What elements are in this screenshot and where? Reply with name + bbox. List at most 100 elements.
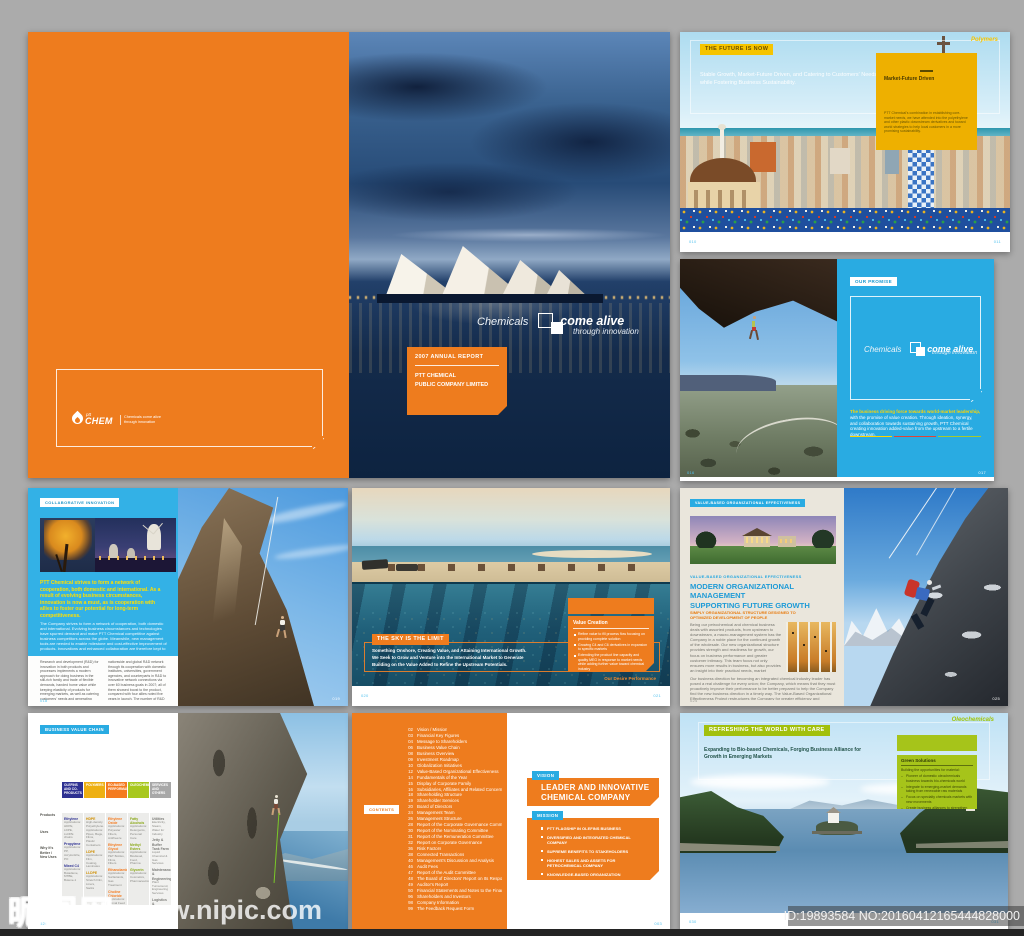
collab-headline: PTT Chemical strives to form a network o…	[40, 580, 168, 620]
mission-item: Knowledge-based organization	[541, 872, 651, 877]
vc-row-labels: ProductsUsesWhy It's Better / New Uses	[40, 813, 60, 872]
brand-lockup-small: Chemicals come alive through innovation	[864, 339, 973, 357]
spread-contents: CONTENTS 02 Vision / Mission 03 Financia…	[352, 713, 670, 931]
value-box: Value Creation Refine value to fill proc…	[568, 616, 654, 672]
sky-note: Our Desire Performance	[604, 676, 656, 682]
nipic-site-url: www.nipic.com	[126, 895, 322, 925]
value-box-top	[568, 598, 654, 614]
spread-modern: VALUE-BASED ORGANIZATIONAL EFFECTIVENESS…	[680, 488, 1008, 706]
spread-cover: ptt CHEM Chemicals come alive through in…	[28, 32, 670, 478]
photo-park-guell: THE FUTURE IS NOW Stable Growth, Market-…	[680, 32, 1010, 232]
page-number-right: 021	[653, 693, 661, 698]
stock-id-bar: ID:19893584 NO:20160412165444828000	[788, 906, 1024, 926]
green-box: Green Solutions Building the opportuniti…	[897, 755, 977, 809]
mission-item: Highest sales and assets for petrochemic…	[541, 858, 651, 868]
valuechain-tag: BUSINESS VALUE CHAIN	[40, 725, 109, 734]
mission-tag: MISSION	[532, 811, 563, 820]
spread-sky: THE SKY IS THE LIMIT Something Onshore, …	[352, 488, 670, 706]
page-number-right: 003	[654, 921, 662, 926]
promise-body: The business driving force towards world…	[850, 409, 981, 438]
back-cover-frame: ptt CHEM Chemicals come alive through in…	[56, 369, 323, 447]
brand-through: through innovation	[573, 327, 639, 336]
spread-collab: COLLABORATIVE INNOVATION PTT Chemical st…	[28, 488, 348, 706]
page-number-left: 016	[687, 470, 695, 475]
modern-eyebrow: VALUE-BASED ORGANIZATIONAL EFFECTIVENESS	[690, 574, 802, 579]
toc-row: 99 The Feedback Request Form	[404, 906, 502, 912]
page-number-left: 030	[689, 919, 697, 924]
photo-estate	[690, 516, 836, 564]
photo-birch-trees	[786, 622, 836, 672]
brand-lockup: Chemicals come alive through innovation	[477, 312, 624, 330]
value-bullets: Refine value to fill process flow focusi…	[573, 632, 649, 671]
cover-report-line: 2007 ANNUAL REPORT	[415, 354, 507, 361]
collab-footnotes: Research and development (R&D) for innov…	[28, 656, 178, 706]
vision-line-2: CHEMICAL COMPANY	[541, 793, 659, 803]
refresh-tag: REFRESHING THE WORLD WITH CARE	[704, 725, 830, 736]
modern-title: MODERN ORGANIZATIONAL MANAGEMENT SUPPORT…	[690, 582, 836, 610]
rock-overhang	[680, 259, 837, 339]
photo-opera-house: Chemicals come alive through innovation …	[349, 32, 670, 478]
collab-page: COLLABORATIVE INNOVATION PTT Chemical st…	[28, 488, 178, 706]
photo-fjord: REFRESHING THE WORLD WITH CARE Oleochemi…	[680, 713, 1008, 913]
toc-list: 02 Vision / Mission 03 Financial Key Fig…	[404, 727, 502, 919]
future-caption-1: Stable Growth, Market-Future Driven, and…	[700, 72, 877, 79]
vision-line-1: LEADER AND INNOVATIVE	[541, 783, 659, 793]
cover-badge: 2007 ANNUAL REPORT PTT CHEMICAL PUBLIC C…	[407, 347, 507, 415]
promise-frame: Chemicals come alive through innovation	[850, 296, 981, 400]
cover-company-2: PUBLIC COMPANY LIMITED	[415, 382, 507, 389]
sky-caption-1: Something Onshore, Creating Value, and A…	[372, 648, 526, 654]
modern-page: VALUE-BASED ORGANIZATIONAL EFFECTIVENESS…	[680, 488, 844, 706]
future-info-box: Market-Future Driven PTT Chemical's comb…	[876, 53, 977, 150]
photo-windmills	[95, 518, 176, 572]
sky-caption-3: Building on the Value Added to Refine th…	[372, 662, 507, 668]
brand-chemicals: Chemicals	[477, 316, 528, 328]
collab-tag: COLLABORATIVE INNOVATION	[40, 498, 119, 507]
value-box-title: Value Creation	[573, 620, 649, 629]
green-box-top	[897, 735, 977, 751]
page-number-right: 025	[992, 696, 1000, 701]
promise-page: OUR PROMISE Chemicals come alive through…	[837, 259, 994, 481]
flame-icon	[71, 411, 84, 428]
contents-page: CONTENTS 02 Vision / Mission 03 Financia…	[352, 713, 507, 931]
section-polymers: Polymers	[971, 37, 998, 44]
mission-item: PTT flagship in olefins business	[541, 826, 651, 831]
modern-tag: VALUE-BASED ORGANIZATIONAL EFFECTIVENESS	[690, 499, 805, 507]
spread-future: THE FUTURE IS NOW Stable Growth, Market-…	[680, 32, 1010, 252]
vc-header-1: OLEFINS AND CO-PRODUCTS	[62, 782, 83, 798]
photo-mountaineer: 025	[844, 488, 1008, 706]
spread-refresh: REFRESHING THE WORLD WITH CARE Oleochemi…	[680, 713, 1008, 931]
page-number-left: 024	[690, 698, 698, 703]
modern-subhead: SIMPLY ORGANIZATIONAL STRUCTURE DESIGNED…	[690, 610, 796, 620]
footer-strip: 010 011	[680, 232, 1010, 252]
contents-tag: CONTENTS	[364, 805, 399, 814]
mission-item: Diversified and integrated chemical comp…	[541, 835, 651, 845]
rock-pinnacle	[178, 488, 348, 706]
future-caption-2: while Fostering Business Sustainability.	[700, 80, 796, 87]
page-number-right: 011	[994, 239, 1001, 244]
photo-overhang-climber: 016	[680, 259, 837, 481]
sandbar	[532, 550, 652, 558]
collab-body: The Company strives to form a network of…	[40, 621, 168, 653]
back-cover-page: ptt CHEM Chemicals come alive through in…	[28, 32, 349, 478]
brand-come-alive: come alive	[560, 314, 624, 328]
section-oleochemicals: Oleochemicals	[952, 717, 994, 724]
vision-tag: VISION	[532, 771, 559, 780]
vision-page: VISION LEADER AND INNOVATIVE CHEMICAL CO…	[507, 713, 670, 931]
promise-tag: OUR PROMISE	[850, 277, 897, 286]
photo-infinity-pool: THE SKY IS THE LIMIT Something Onshore, …	[352, 488, 670, 686]
photo-autumn-tree	[40, 518, 95, 572]
promise-lead: The business driving force towards world…	[850, 409, 980, 414]
tricolor-rule	[850, 436, 981, 437]
spread-promise: 016 OUR PROMISE Chemicals come alive thr…	[680, 259, 994, 481]
green-bullets: Pioneer of domestic oleochemicals busine…	[901, 774, 973, 809]
collab-col-2: nationwide and global R&D network throug…	[108, 660, 168, 700]
nipic-site-name: 昵图网	[8, 894, 116, 931]
design-board: ptt CHEM Chemicals come alive through in…	[0, 0, 1024, 936]
future-box-body: PTT Chemical's combination in establishi…	[884, 111, 969, 134]
page-number-left: 018	[40, 698, 48, 703]
future-tag: THE FUTURE IS NOW	[700, 44, 773, 55]
refresh-caption-2: Growth in Emerging Markets	[704, 754, 772, 760]
nipic-watermark: 昵图网 www.nipic.com	[8, 886, 322, 934]
refresh-caption-1: Expanding to Bio-based Chemicals, Forgin…	[704, 747, 861, 753]
brand-square-solid-icon	[551, 322, 563, 334]
